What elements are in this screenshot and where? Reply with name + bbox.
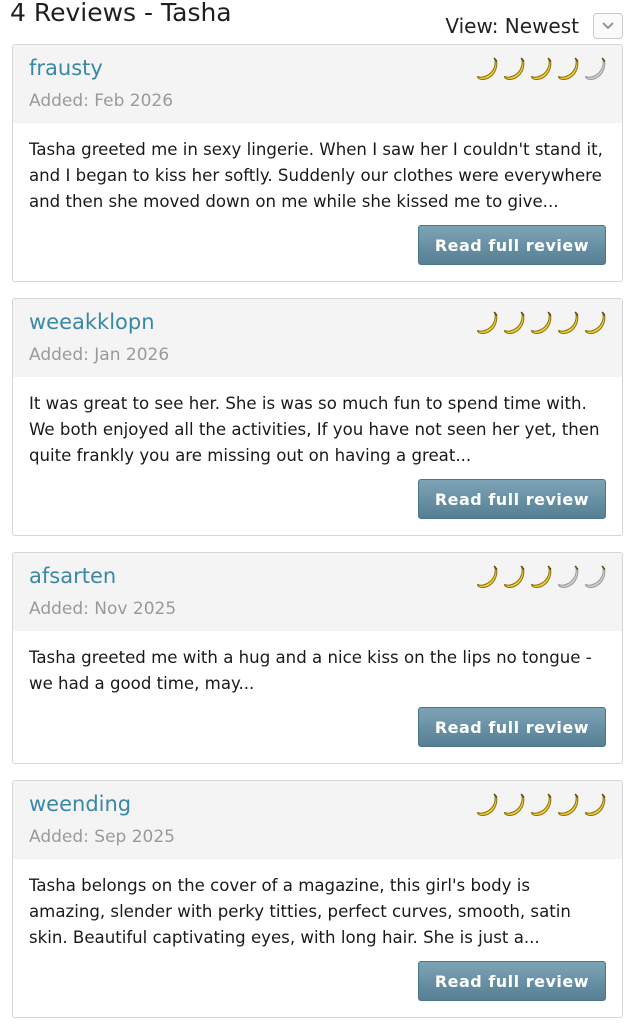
reviewer-link[interactable]: afsarten	[29, 564, 116, 588]
banana-icon	[477, 311, 498, 335]
banana-icon	[477, 565, 498, 589]
banana-icon	[477, 793, 498, 817]
review-card-header: afsarten Added: Nov 2025	[13, 553, 622, 631]
review-card-header: weeakklopn Added: Jan 2026	[13, 299, 622, 377]
review-card-body: It was great to see her. She is was so m…	[13, 377, 622, 533]
sort-label[interactable]: View: Newest	[445, 14, 579, 38]
sort-control[interactable]: View: Newest	[445, 12, 623, 40]
banana-icon	[504, 565, 525, 589]
page-title: 4 Reviews - Tasha	[10, 0, 232, 27]
reviews-header: 4 Reviews - Tasha View: Newest	[0, 0, 635, 44]
banana-rating	[475, 311, 608, 336]
review-list: frausty Added: Feb 2026 Tasha greeted me…	[12, 44, 623, 1034]
banana-rating	[475, 57, 608, 82]
read-full-review-button[interactable]: Read full review	[417, 225, 606, 265]
read-full-review-button[interactable]: Read full review	[417, 479, 606, 519]
banana-icon	[558, 57, 579, 81]
banana-rating	[475, 565, 608, 590]
banana-icon	[531, 565, 552, 589]
review-card: weending Added: Sep 2025 Tasha belongs o…	[12, 780, 623, 1018]
review-date: Added: Jan 2026	[29, 345, 170, 365]
reviewer-link[interactable]: weeakklopn	[29, 310, 155, 334]
banana-rating	[475, 793, 608, 818]
review-card: afsarten Added: Nov 2025 Tasha greeted m…	[12, 552, 623, 764]
reviewer-link[interactable]: weending	[29, 792, 131, 816]
review-excerpt: It was great to see her. She is was so m…	[29, 394, 600, 465]
banana-icon	[585, 793, 606, 817]
banana-icon	[585, 311, 606, 335]
read-full-review-button[interactable]: Read full review	[417, 961, 606, 1001]
review-card-body: Tasha belongs on the cover of a magazine…	[13, 859, 622, 1015]
review-card-body: Tasha greeted me in sexy lingerie. When …	[13, 123, 622, 279]
banana-icon	[504, 793, 525, 817]
review-card: weeakklopn Added: Jan 2026 It was great …	[12, 298, 623, 536]
review-card-header: weending Added: Sep 2025	[13, 781, 622, 859]
read-full-review-button[interactable]: Read full review	[417, 707, 606, 747]
banana-icon	[558, 565, 579, 589]
review-excerpt: Tasha greeted me with a hug and a nice k…	[29, 648, 592, 693]
reviewer-link[interactable]: frausty	[29, 56, 103, 80]
review-date: Added: Sep 2025	[29, 827, 176, 847]
banana-icon	[558, 793, 579, 817]
banana-icon	[585, 565, 606, 589]
chevron-down-icon	[602, 22, 614, 30]
review-card-header: frausty Added: Feb 2026	[13, 45, 622, 123]
banana-icon	[558, 311, 579, 335]
review-date: Added: Nov 2025	[29, 599, 177, 619]
review-excerpt: Tasha greeted me in sexy lingerie. When …	[29, 140, 603, 211]
banana-icon	[477, 57, 498, 81]
banana-icon	[504, 57, 525, 81]
banana-icon	[531, 793, 552, 817]
review-date: Added: Feb 2026	[29, 91, 174, 111]
banana-icon	[531, 311, 552, 335]
review-card: frausty Added: Feb 2026 Tasha greeted me…	[12, 44, 623, 282]
banana-icon	[531, 57, 552, 81]
banana-icon	[504, 311, 525, 335]
sort-dropdown-button[interactable]	[593, 13, 623, 39]
banana-icon	[585, 57, 606, 81]
review-excerpt: Tasha belongs on the cover of a magazine…	[29, 876, 571, 947]
review-card-body: Tasha greeted me with a hug and a nice k…	[13, 631, 622, 761]
